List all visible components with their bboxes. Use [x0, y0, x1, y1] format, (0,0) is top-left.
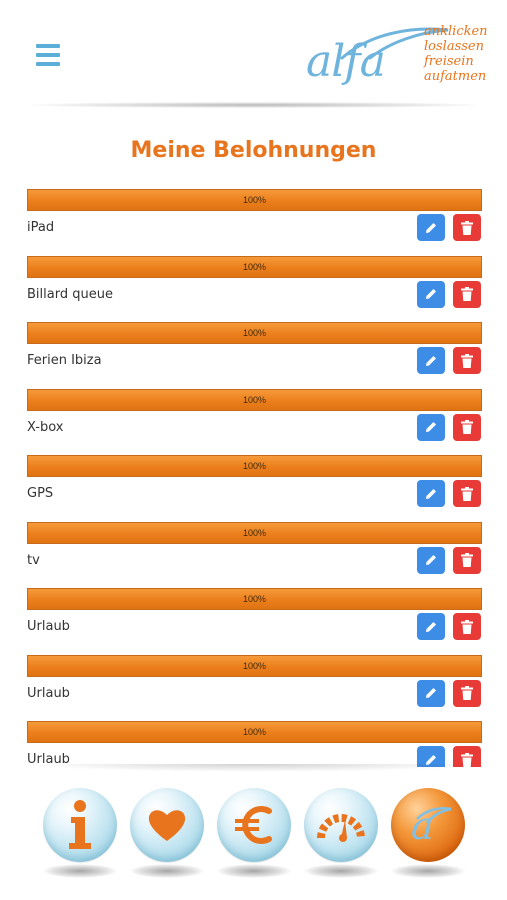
list-item: 100% iPad [27, 189, 482, 256]
progress-text: 100% [242, 527, 267, 538]
edit-button[interactable] [417, 546, 445, 574]
delete-button[interactable] [453, 480, 481, 507]
delete-button[interactable] [453, 613, 481, 640]
progress-bar: 100% [27, 322, 482, 344]
list-item: 100% GPS [27, 455, 482, 522]
list-item: 100% X-box [27, 388, 482, 456]
delete-button[interactable] [453, 214, 481, 241]
nav-money-button[interactable] [217, 788, 291, 862]
nav-dashboard-button[interactable] [304, 788, 378, 862]
tagline-line: freisein [424, 54, 474, 69]
delete-button[interactable] [453, 413, 481, 441]
reward-label: iPad [27, 220, 55, 235]
edit-button[interactable] [417, 347, 445, 374]
delete-button[interactable] [453, 679, 481, 707]
hamburger-menu-icon[interactable] [36, 44, 60, 66]
alfa-logo: alfa anklicken loslassen freisein aufatm… [300, 18, 490, 98]
trash-icon [461, 287, 473, 301]
edit-button[interactable] [417, 679, 445, 707]
edit-button[interactable] [417, 214, 445, 241]
tagline-line: aufatmen [424, 69, 487, 84]
progress-text: 100% [242, 594, 267, 604]
nav-info-button[interactable] [43, 788, 117, 862]
info-icon [69, 800, 91, 849]
reward-label: Billard queue [27, 286, 113, 302]
progress-bar: 100% [27, 588, 482, 610]
reward-label: Urlaub [27, 685, 70, 701]
trash-icon [461, 420, 473, 434]
nav-shadow [304, 864, 378, 878]
pencil-icon [426, 289, 436, 299]
pencil-icon [426, 488, 436, 499]
nav-favorites-button[interactable] [130, 788, 204, 862]
progress-text: 100% [242, 394, 267, 405]
list-divider [27, 764, 482, 772]
reward-label: tv [27, 552, 40, 568]
nav-shadow [130, 864, 204, 878]
list-item: 100% Urlaub [27, 721, 482, 767]
logo-tagline: anklicken loslassen freisein aufatmen [424, 24, 488, 84]
reward-label: Urlaub [27, 619, 70, 634]
pencil-icon [426, 621, 436, 632]
tagline-line: loslassen [424, 39, 484, 54]
delete-button[interactable] [453, 546, 481, 574]
list-item: 100% tv [27, 521, 482, 589]
progress-text: 100% [242, 328, 267, 338]
edit-button[interactable] [417, 480, 445, 507]
nav-shadow [43, 864, 117, 878]
reward-label: GPS [27, 486, 54, 501]
nav-shadow [391, 864, 465, 878]
pencil-icon [426, 355, 436, 366]
euro-icon [235, 806, 272, 844]
nav-shadow [217, 864, 291, 878]
delete-button[interactable] [453, 280, 481, 308]
bottom-navigation: a [0, 782, 507, 900]
pencil-icon [426, 555, 436, 565]
progress-bar: 100% [27, 721, 482, 743]
logo-wordmark: alfa [306, 36, 386, 87]
edit-button[interactable] [417, 613, 445, 640]
list-item: 100% Billard queue [27, 255, 482, 323]
trash-icon [461, 353, 473, 368]
trash-icon [461, 220, 473, 235]
pencil-icon [426, 222, 436, 233]
list-item: 100% Urlaub [27, 588, 482, 655]
edit-button[interactable] [417, 413, 445, 441]
progress-bar: 100% [27, 654, 482, 677]
reward-label: Ferien Ibiza [27, 353, 102, 368]
header-divider [30, 102, 477, 108]
list-item: 100% Ferien Ibiza [27, 322, 482, 389]
progress-text: 100% [242, 727, 267, 737]
reward-label: X-box [27, 419, 64, 435]
progress-bar: 100% [27, 189, 482, 211]
progress-text: 100% [242, 261, 267, 272]
gauge-icon [317, 814, 365, 842]
progress-bar: 100% [27, 455, 482, 477]
edit-button[interactable] [417, 280, 445, 308]
trash-icon [461, 486, 473, 501]
page-title: Meine Belohnungen [130, 138, 377, 163]
trash-icon [461, 553, 473, 567]
progress-text: 100% [242, 195, 267, 205]
tagline-line: anklicken [424, 24, 488, 39]
nav-home-button[interactable]: a [391, 788, 465, 862]
progress-bar: 100% [27, 388, 482, 411]
progress-bar: 100% [27, 521, 482, 544]
reward-list[interactable]: 100% iPad 100% Billard queue 100% Ferien Ibiz… [27, 189, 482, 767]
list-item: 100% Urlaub [27, 654, 482, 722]
delete-button[interactable] [453, 347, 481, 374]
progress-text: 100% [242, 660, 267, 671]
app-header: alfa anklicken loslassen freisein aufatm… [0, 0, 507, 112]
trash-icon [461, 686, 473, 700]
alfa-logo-icon: a [411, 804, 452, 847]
trash-icon [461, 619, 473, 634]
pencil-icon [426, 688, 436, 698]
progress-bar: 100% [27, 255, 482, 278]
heart-icon [148, 810, 186, 841]
pencil-icon [426, 422, 436, 432]
progress-text: 100% [242, 461, 267, 471]
